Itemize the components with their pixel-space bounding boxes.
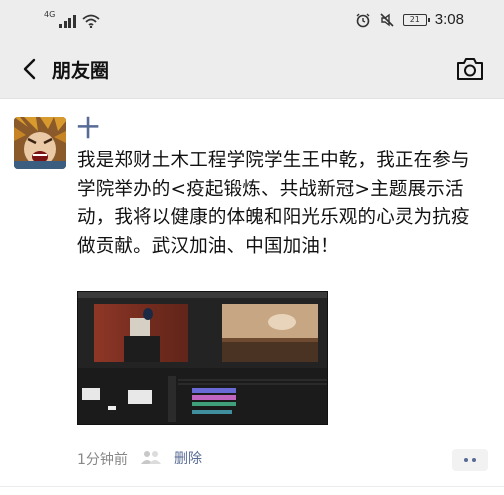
post-image[interactable]: [77, 291, 328, 425]
clock: 3:08: [434, 11, 464, 28]
more-actions-button[interactable]: [452, 449, 488, 471]
chevron-left-icon: [23, 58, 36, 80]
delete-button[interactable]: 删除: [174, 448, 202, 468]
people-icon: [141, 451, 161, 464]
post-time: 1分钟前: [77, 452, 128, 468]
status-left: 4G: [44, 11, 100, 28]
status-right: 21 3:08: [355, 11, 464, 28]
network-type: 4G: [44, 10, 56, 19]
nav-bar: 朋友圈: [0, 40, 504, 98]
wifi-icon: [82, 14, 100, 28]
divider: [0, 98, 504, 99]
divider: [0, 486, 504, 487]
signal-icon: [59, 14, 76, 28]
back-button[interactable]: [14, 54, 44, 84]
mute-icon: [380, 12, 394, 27]
dot-icon: [464, 458, 468, 462]
avatar-image: [14, 117, 66, 169]
avatar[interactable]: [14, 117, 66, 169]
post-text: 我是郑财土木工程学院学生王中乾，我正在参与学院举办的<疫起锻炼、共战新冠>主题展…: [77, 150, 470, 257]
page-title: 朋友圈: [52, 60, 110, 82]
video-editor-screenshot: [78, 292, 327, 424]
camera-icon[interactable]: [456, 57, 484, 81]
battery-icon: 21: [402, 13, 430, 26]
status-bar: 4G 21 3:08: [0, 0, 504, 40]
dot-icon: [472, 458, 476, 462]
post-author[interactable]: 十: [77, 117, 99, 143]
battery-level: 21: [409, 14, 420, 24]
alarm-icon: [356, 13, 370, 27]
